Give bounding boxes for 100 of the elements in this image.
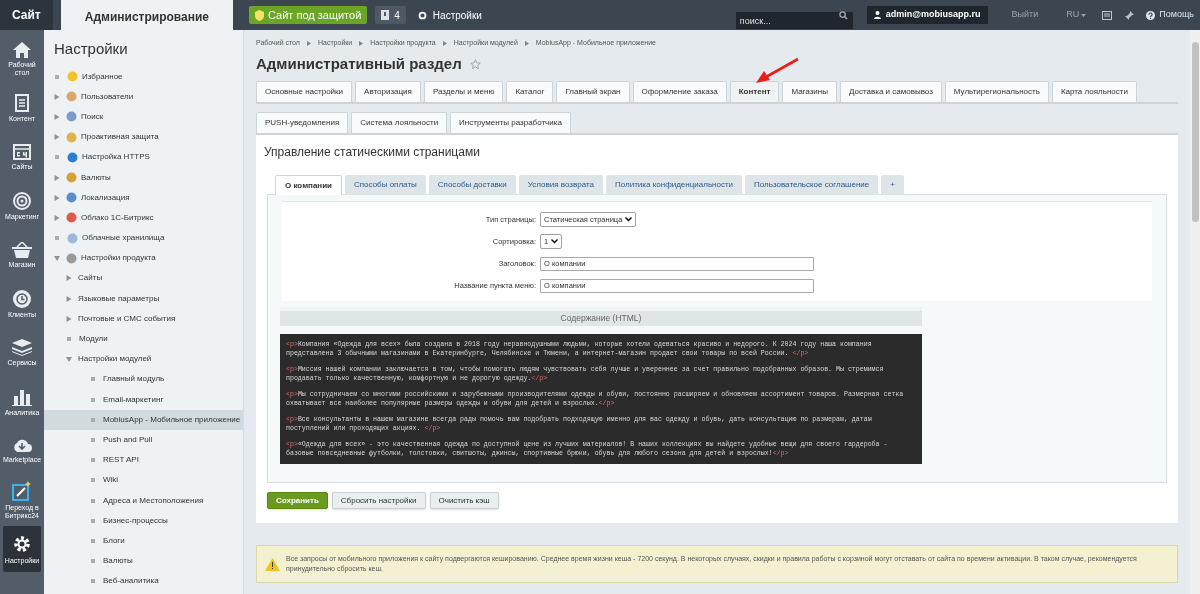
bullet-icon (91, 417, 95, 422)
shield-icon (255, 9, 265, 21)
bullet-icon (55, 74, 59, 79)
collapsed-arrow-icon (66, 315, 72, 322)
tab[interactable]: Мультирегиональность (944, 81, 1049, 102)
bullet-icon (91, 377, 95, 382)
collapsed-arrow-icon (54, 93, 60, 100)
logout-link[interactable]: Выйти (1011, 8, 1039, 22)
sidebar-item[interactable]: Почтовые и СМС события (44, 308, 243, 329)
sidebar-item[interactable]: Пользователи (44, 86, 243, 107)
user-icon (873, 11, 881, 19)
sidebar-item[interactable]: Адреса и Местоположения (44, 490, 243, 511)
bullet-icon (91, 538, 95, 543)
sidebar-item[interactable]: MobiusApp - Мобильное приложение (44, 409, 243, 430)
warning-icon (265, 557, 280, 571)
content-heading: Содержание (HTML) (280, 307, 922, 326)
scrollbar[interactable] (1190, 30, 1200, 594)
sidebar-item[interactable]: Локализация (44, 187, 243, 208)
tab[interactable]: Основные настройки (256, 81, 353, 102)
collapsed-arrow-icon (54, 134, 60, 141)
window-icon (1102, 10, 1113, 20)
sidebar-item[interactable]: Бизнес-процессы (44, 510, 243, 531)
item-icon (66, 252, 77, 264)
page-tab[interactable]: Способы оплаты (345, 175, 426, 195)
collapsed-arrow-icon (54, 174, 60, 181)
settings-link[interactable]: Настройки (417, 7, 482, 23)
code-editor[interactable] (280, 334, 922, 464)
sidebar-item[interactable]: Модули (44, 328, 243, 350)
sidebar-item[interactable]: Email-маркетинг (44, 389, 243, 410)
collapsed-arrow-icon (54, 214, 60, 221)
tab[interactable]: Доставка и самовывоз (840, 81, 942, 102)
sidebar-item[interactable]: Push and Pull (44, 429, 243, 451)
sidebar-item[interactable]: Языковые параметры (44, 288, 243, 309)
home-icon (13, 41, 31, 58)
sidebar-item[interactable]: Настройки продукта (44, 248, 243, 269)
search-field[interactable]: поиск... (735, 12, 853, 29)
tab[interactable]: Инструменты разработчика (450, 112, 571, 133)
item-icon (67, 151, 78, 163)
tab[interactable]: Авторизация (355, 81, 421, 102)
document-icon (15, 93, 29, 112)
breadcrumb-arrow-icon (442, 40, 447, 46)
sidebar-item[interactable]: Wiki (44, 470, 243, 491)
user-button[interactable]: admin@mobiusapp.ru (866, 6, 988, 24)
page-tab[interactable]: Политика конфиденциальности (606, 175, 743, 195)
sidebar-item[interactable]: Настройка HTTPS (44, 147, 243, 168)
button[interactable]: Сбросить настройки (331, 492, 426, 509)
item-icon (66, 111, 77, 123)
tab[interactable]: Система лояльности (351, 112, 448, 133)
search-icon (838, 10, 848, 20)
star-icon (469, 58, 481, 70)
tab[interactable]: Каталог (506, 81, 554, 102)
page-title: Административный раздел (256, 53, 462, 74)
item-icon (66, 131, 77, 143)
sidebar-item[interactable]: Валюты (44, 551, 243, 572)
bullet-icon (91, 458, 95, 463)
bullet-icon (91, 397, 95, 402)
sidebar-item[interactable]: Облако 1С-Битрикс (44, 207, 243, 228)
tab[interactable]: Контент (729, 81, 780, 102)
target-icon (13, 191, 31, 210)
tab[interactable]: Магазины (782, 81, 837, 102)
page-tab[interactable]: Способы доставки (428, 175, 516, 195)
page-tab[interactable]: О компании (275, 175, 342, 195)
page-tab[interactable]: Пользовательское соглашение (745, 175, 879, 195)
bullet-icon (91, 579, 95, 584)
pencil-icon (12, 480, 32, 501)
expanded-arrow-icon (66, 356, 72, 362)
sidebar-item[interactable]: Главный модуль (44, 369, 243, 390)
help-icon (1146, 10, 1156, 20)
tab[interactable]: Карта лояльности (1051, 81, 1137, 102)
sidebar-item[interactable]: Блоги (44, 530, 243, 551)
tab[interactable]: PUSH-уведомления (256, 112, 349, 133)
button[interactable]: Очистить кэш (429, 492, 499, 509)
section-title: Управление статическими страницами (264, 144, 481, 161)
sidebar-item[interactable]: Избранное (44, 66, 243, 87)
item-icon (67, 71, 78, 83)
page-tab[interactable]: Условия возврата (518, 175, 604, 195)
collapsed-arrow-icon (66, 275, 72, 282)
page-tab[interactable]: + (881, 175, 904, 195)
tab[interactable]: Оформление заказа (632, 81, 727, 102)
sidebar-item[interactable]: Облачные хранилища (44, 228, 243, 249)
tab[interactable]: Главный экран (556, 81, 630, 102)
sidebar-item[interactable]: Настройки модулей (44, 349, 243, 370)
sidebar-item[interactable]: Сайты (44, 268, 243, 289)
help-link[interactable]: Помощь (1146, 8, 1194, 22)
top-tab[interactable]: Сайт (0, 0, 53, 30)
sidebar-item[interactable]: Валюты (44, 167, 243, 188)
expanded-arrow-icon (54, 255, 60, 261)
tab[interactable]: Разделы и меню (423, 81, 504, 102)
gear-icon (417, 10, 427, 20)
sidebar-item[interactable]: Проактивная защита (44, 127, 243, 148)
caret-icon (551, 239, 559, 244)
top-tab[interactable]: Администрирование (60, 0, 234, 30)
sidebar-item[interactable]: REST API (44, 450, 243, 471)
sidebar-item[interactable]: Поиск (44, 106, 243, 128)
bar-chart-icon (12, 387, 32, 406)
notifications-button[interactable]: 4 (375, 6, 406, 24)
bullet-icon (91, 437, 95, 442)
sidebar-item[interactable]: Веб-аналитика (44, 571, 243, 592)
settings-icon (12, 533, 32, 554)
language-dropdown[interactable]: RU (1066, 8, 1087, 22)
